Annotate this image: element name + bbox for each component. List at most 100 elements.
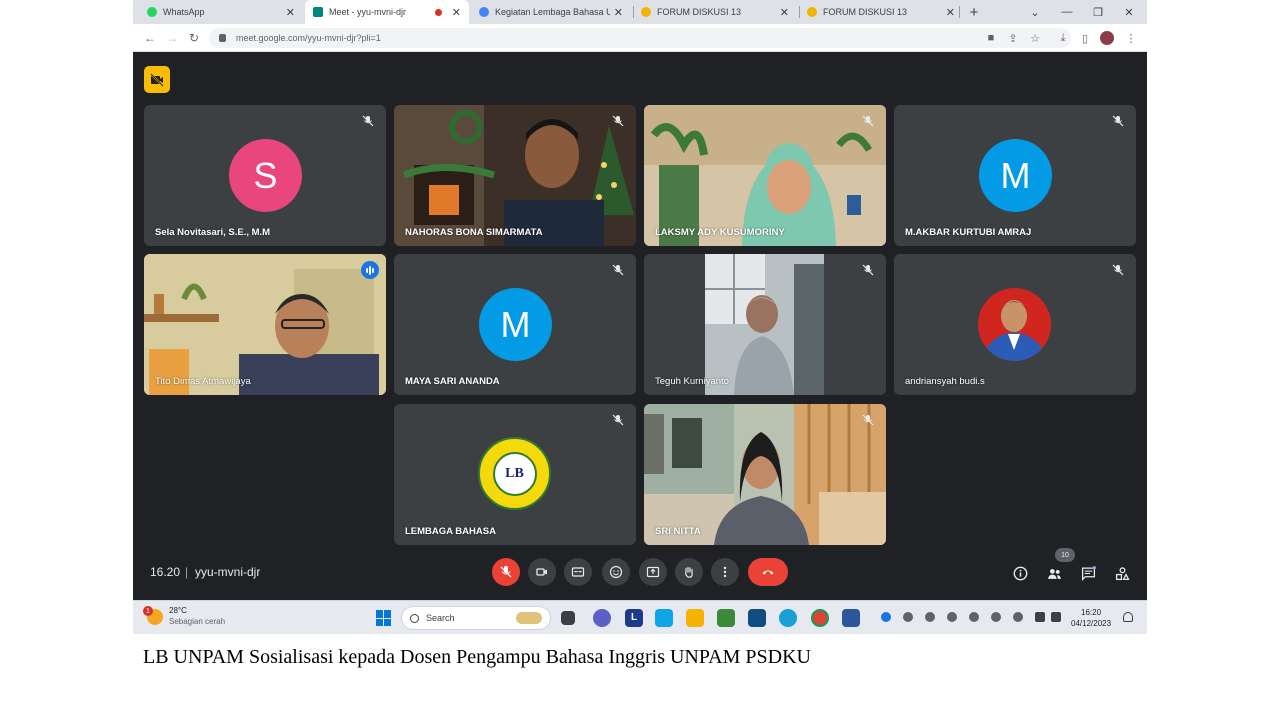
microphone-tray-icon[interactable] [991, 612, 1001, 622]
lock-icon [219, 34, 226, 42]
taskbar-search[interactable]: Search [401, 606, 551, 630]
chrome-icon[interactable] [811, 609, 829, 627]
tray-icon[interactable] [1013, 612, 1023, 622]
participant-tile-nahoras[interactable]: NAHORAS BONA SIMARMATA [394, 105, 636, 246]
task-view-icon[interactable] [561, 611, 575, 625]
participant-tile-laksmy[interactable]: LAKSMY ADY KUSUMORINY [644, 105, 886, 246]
participant-name: LAKSMY ADY KUSUMORINY [655, 227, 785, 238]
participant-name: SRI NITTA [655, 526, 701, 537]
activities-icon [1115, 566, 1130, 580]
side-panel-icon[interactable]: ▯ [1077, 30, 1093, 46]
captions-button[interactable] [564, 558, 592, 586]
activities-button[interactable] [1113, 564, 1131, 582]
figure-caption: LB UNPAM Sosialisasi kepada Dosen Pengam… [143, 646, 811, 668]
reactions-button[interactable] [602, 558, 630, 586]
start-button[interactable] [376, 610, 392, 626]
wifi-icon[interactable] [1035, 612, 1045, 622]
tab-search-chevron-icon[interactable]: ⌄ [1020, 0, 1050, 24]
participant-tile-maya[interactable]: M MAYA SARI ANANDA [394, 254, 636, 395]
close-tab-icon[interactable]: ✕ [780, 6, 789, 19]
toggle-mic-button[interactable] [492, 558, 520, 586]
reload-button[interactable]: ↻ [185, 29, 203, 47]
info-icon [1013, 566, 1027, 580]
more-vert-icon [723, 566, 727, 578]
app-icon[interactable] [655, 609, 673, 627]
participant-tile-tito[interactable]: Tito Dimas Atmawijaya [144, 254, 386, 395]
minimize-button[interactable]: — [1052, 0, 1082, 24]
share-icon[interactable]: ⇪ [1005, 30, 1021, 46]
close-tab-icon[interactable]: ✕ [452, 6, 461, 19]
tray-icon[interactable] [947, 612, 957, 622]
participant-tile-sri-nitta[interactable]: SRI NITTA [644, 404, 886, 545]
back-button[interactable]: ← [141, 29, 159, 47]
new-tab-button[interactable]: + [959, 0, 989, 24]
forum-icon [641, 7, 651, 17]
tab-forum-diskusi-1[interactable]: FORUM DISKUSI 13 ✕ [633, 0, 797, 24]
close-tab-icon[interactable]: ✕ [286, 6, 295, 19]
toggle-camera-button[interactable] [528, 558, 556, 586]
chat-app-icon[interactable] [593, 609, 611, 627]
camera-in-use-icon[interactable]: ■ [983, 30, 999, 46]
present-screen-button[interactable] [639, 558, 667, 586]
participant-tile-sela[interactable]: S Sela Novitasari, S.E., M.M [144, 105, 386, 246]
chat-button[interactable] [1079, 564, 1097, 582]
close-tab-icon[interactable]: ✕ [946, 6, 955, 19]
close-tab-icon[interactable]: ✕ [614, 6, 623, 19]
bookmark-star-icon[interactable]: ☆ [1027, 30, 1043, 46]
participant-count-badge: 10 [1055, 548, 1075, 562]
app-icon[interactable] [717, 609, 735, 627]
camera-off-badge-icon[interactable] [144, 66, 170, 93]
tray-icon[interactable] [925, 612, 935, 622]
close-window-button[interactable]: ✕ [1114, 0, 1144, 24]
tray-icon[interactable] [969, 612, 979, 622]
edge-icon[interactable] [779, 609, 797, 627]
forward-button[interactable]: → [163, 29, 181, 47]
end-call-icon [762, 570, 774, 575]
store-icon[interactable] [748, 609, 766, 627]
video-feed [144, 254, 386, 395]
l-app-icon[interactable]: L [625, 609, 643, 627]
raise-hand-button[interactable] [675, 558, 703, 586]
video-feed [394, 105, 636, 246]
search-highlight-icon [516, 612, 542, 624]
tab-whatsapp[interactable]: WhatsApp ✕ [139, 0, 303, 24]
tray-icon[interactable] [881, 612, 891, 622]
hand-icon [685, 566, 693, 578]
more-options-button[interactable] [711, 558, 739, 586]
participant-tile-lembaga-bahasa[interactable]: LB LEMBAGA BAHASA [394, 404, 636, 545]
meeting-info-divider: | [185, 565, 189, 579]
taskbar-clock[interactable]: 16:20 04/12/2023 [1071, 607, 1111, 629]
restore-button[interactable]: ❐ [1083, 0, 1113, 24]
volume-icon[interactable] [1051, 612, 1061, 622]
tray-icon[interactable] [903, 612, 913, 622]
tab-meet[interactable]: Meet - yyu-mvni-djr ✕ [305, 0, 469, 24]
participant-tile-akbar[interactable]: M M.AKBAR KURTUBI AMRAJ [894, 105, 1136, 246]
notification-bell-icon[interactable] [1123, 612, 1133, 622]
tab-kegiatan[interactable]: Kegiatan Lembaga Bahasa Unp ✕ [471, 0, 631, 24]
forum-icon [807, 7, 817, 17]
browser-menu-icon[interactable]: ⋮ [1123, 30, 1139, 46]
emoji-icon [609, 565, 623, 579]
meeting-details-button[interactable] [1011, 564, 1029, 582]
partly-sunny-icon: 1 [143, 606, 163, 625]
participant-tile-teguh[interactable]: Teguh Kurniyanto [644, 254, 886, 395]
file-explorer-icon[interactable] [686, 609, 704, 627]
download-icon[interactable]: ⤓ [1055, 30, 1071, 46]
meeting-time: 16.20 [150, 565, 181, 579]
profile-avatar[interactable] [1099, 30, 1115, 46]
mic-off-icon [1112, 115, 1124, 127]
browser-toolbar: ← → ↻ meet.google.com/yyu-mvni-djr?pli=1… [133, 24, 1147, 52]
people-button[interactable] [1045, 564, 1063, 582]
weather-temperature: 28°C [169, 606, 187, 615]
globe-icon [479, 7, 489, 17]
tab-forum-diskusi-2[interactable]: FORUM DISKUSI 13 ✕ [799, 0, 963, 24]
address-bar[interactable]: meet.google.com/yyu-mvni-djr?pli=1 [209, 28, 1071, 48]
weather-widget[interactable]: 1 28°C Sebagian cerah [143, 605, 225, 627]
word-icon[interactable] [842, 609, 860, 627]
mic-off-icon [362, 115, 374, 127]
present-icon [646, 566, 660, 578]
leave-call-button[interactable] [748, 558, 788, 586]
recording-icon [434, 8, 442, 16]
participant-tile-andriansyah[interactable]: andriansyah budi.s [894, 254, 1136, 395]
chat-icon [1081, 565, 1096, 581]
